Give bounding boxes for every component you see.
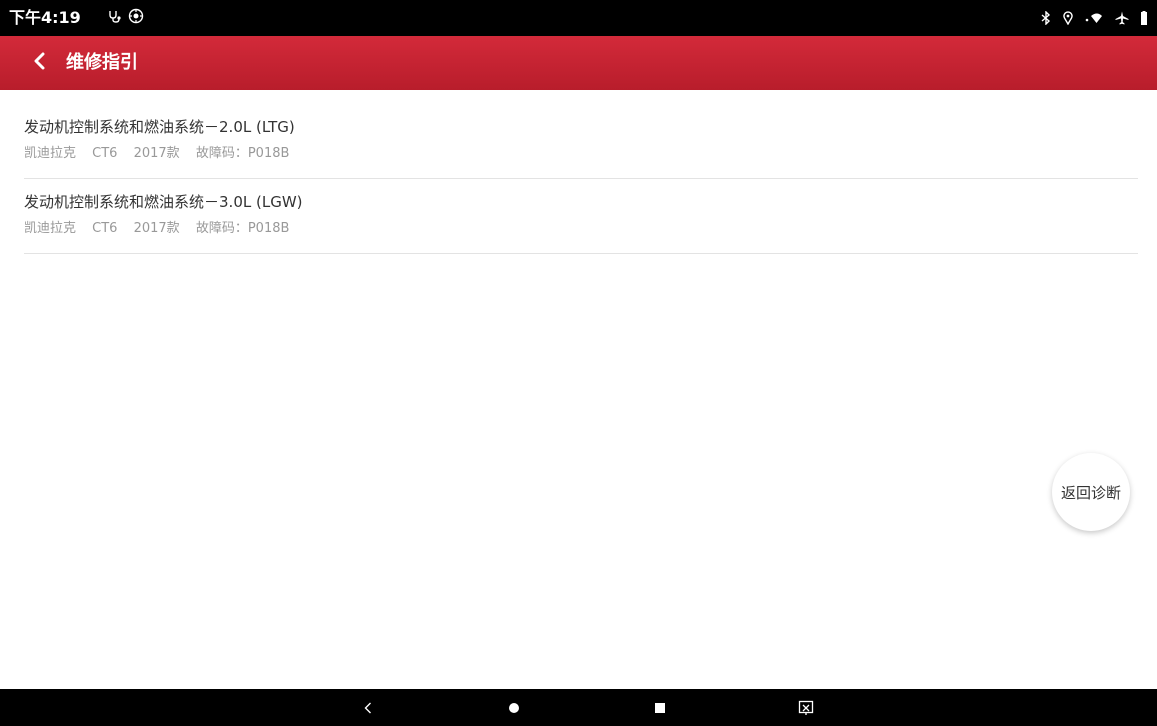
item-fault-code: 故障码：P018B — [195, 146, 290, 161]
status-time: 下午4:19 — [9, 8, 81, 27]
screenshot-button[interactable] — [786, 689, 826, 726]
nav-recents-button[interactable] — [640, 689, 680, 726]
list-item[interactable]: 发动机控制系统和燃油系统－3.0L (LGW) 凯迪拉克 CT6 2017款 故… — [24, 179, 1138, 254]
item-brand: 凯迪拉克 — [24, 221, 77, 236]
return-diagnosis-button[interactable]: 返回诊断 — [1052, 453, 1130, 531]
item-model: CT6 — [92, 146, 118, 161]
location-icon — [1063, 11, 1073, 25]
status-right-icons — [1041, 11, 1147, 25]
chevron-left-icon — [32, 52, 46, 74]
list-item[interactable]: 发动机控制系统和燃油系统－2.0L (LTG) 凯迪拉克 CT6 2017款 故… — [24, 104, 1138, 179]
screenshot-icon — [798, 700, 814, 716]
item-year: 2017款 — [133, 221, 180, 236]
item-model: CT6 — [92, 221, 118, 236]
status-bar: 下午4:19 — [0, 0, 1157, 36]
item-meta: 凯迪拉克 CT6 2017款 故障码：P018B — [24, 220, 301, 238]
status-left-icons — [108, 8, 144, 24]
item-title: 发动机控制系统和燃油系统－2.0L (LTG) — [24, 118, 295, 136]
airplane-icon — [1115, 11, 1129, 25]
nav-back-icon — [363, 701, 373, 715]
nav-home-button[interactable] — [494, 689, 534, 726]
nav-home-icon — [508, 702, 520, 714]
notification-badge-icon — [128, 8, 144, 24]
app-bar: 维修指引 — [0, 36, 1157, 90]
item-title: 发动机控制系统和燃油系统－3.0L (LGW) — [24, 193, 303, 211]
wifi-icon — [1085, 11, 1103, 25]
item-year: 2017款 — [133, 146, 180, 161]
item-brand: 凯迪拉克 — [24, 146, 77, 161]
nav-back-button[interactable] — [348, 689, 388, 726]
nav-recents-icon — [654, 702, 666, 714]
item-fault-code: 故障码：P018B — [195, 221, 290, 236]
page-title: 维修指引 — [66, 52, 138, 73]
bluetooth-icon — [1041, 11, 1051, 25]
stethoscope-icon — [108, 9, 122, 23]
battery-icon — [1141, 11, 1147, 25]
item-meta: 凯迪拉克 CT6 2017款 故障码：P018B — [24, 145, 301, 163]
repair-guide-list: 发动机控制系统和燃油系统－2.0L (LTG) 凯迪拉克 CT6 2017款 故… — [24, 104, 1157, 254]
back-button[interactable] — [24, 48, 54, 78]
navigation-bar — [0, 689, 1157, 726]
